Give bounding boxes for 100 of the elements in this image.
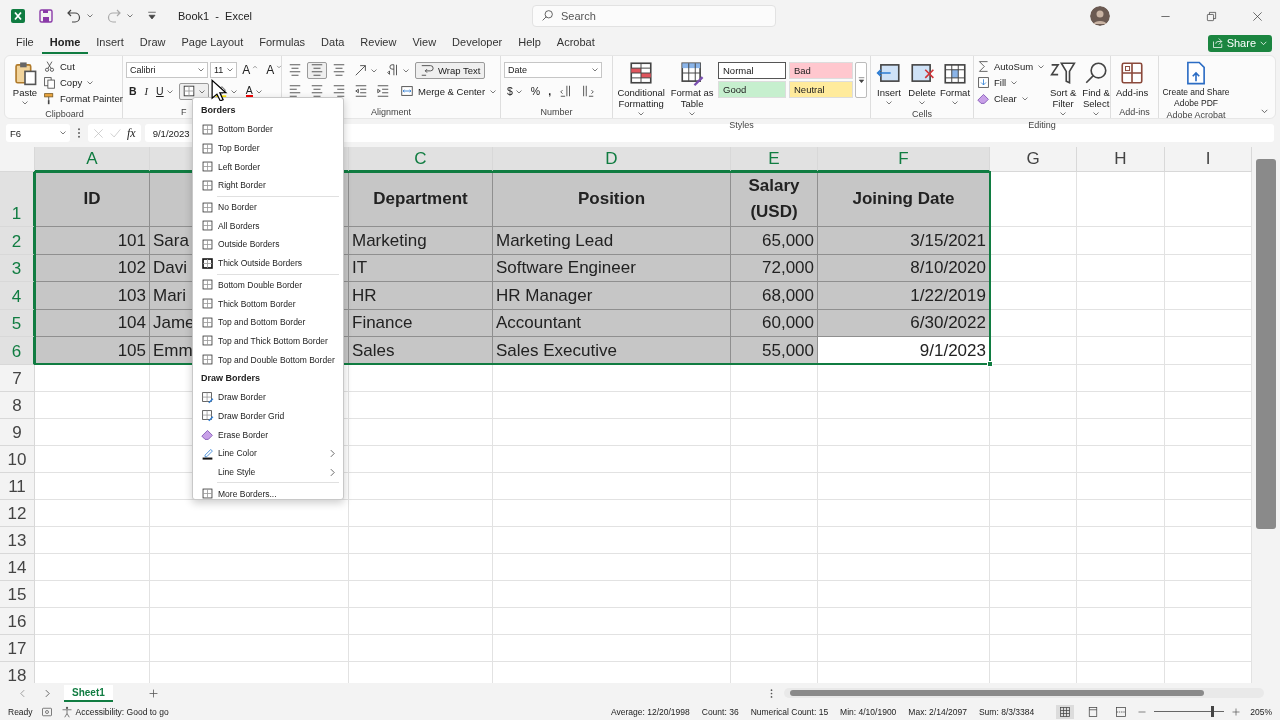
menu-item[interactable]: Line Color — [193, 444, 343, 463]
menu-item[interactable]: Top and Bottom Border — [193, 312, 343, 332]
row-header[interactable]: 11 — [0, 472, 35, 500]
sheet-tab[interactable]: Sheet1 — [64, 684, 113, 702]
toolbar-button[interactable]: , — [545, 82, 555, 100]
fill-handle[interactable] — [987, 361, 993, 367]
ribbon-button[interactable]: AutoSum — [977, 59, 1046, 74]
ribbon-button[interactable]: Cut — [43, 59, 123, 74]
dropdown-field[interactable]: 11 — [210, 62, 238, 78]
ribbon-button[interactable]: Format as Table — [669, 58, 715, 119]
ribbon-tab[interactable]: File — [8, 32, 42, 54]
ribbon-button[interactable]: Clear — [977, 91, 1046, 106]
column-header[interactable]: I — [1165, 147, 1252, 172]
accessibility-button[interactable]: Accessibility: Good to go — [60, 705, 169, 718]
ribbon-tab[interactable]: Data — [313, 32, 353, 54]
ribbon-tab[interactable]: Formulas — [251, 32, 314, 54]
view-button[interactable] — [1056, 704, 1075, 719]
avatar-icon[interactable] — [1090, 6, 1110, 26]
toolbar-button[interactable] — [307, 61, 327, 79]
insert-function-button[interactable]: fx — [127, 125, 136, 141]
row-header[interactable]: 1 — [0, 172, 35, 227]
menu-item[interactable]: Thick Outside Borders — [193, 253, 343, 273]
horizontal-scrollbar[interactable] — [784, 688, 1264, 698]
menu-item[interactable]: More Borders... — [193, 484, 343, 504]
name-box[interactable]: F6 — [6, 124, 70, 142]
toolbar-button[interactable] — [178, 82, 209, 100]
cell-style-button[interactable]: Normal — [718, 62, 786, 79]
ribbon-button[interactable]: Create and Share Adobe PDF — [1162, 58, 1230, 109]
toolbar-button[interactable]: Wrap Text — [415, 61, 486, 79]
row-header[interactable]: 9 — [0, 418, 35, 446]
menu-item[interactable]: Outside Borders — [193, 235, 343, 254]
menu-item[interactable]: Line Style — [193, 462, 343, 482]
row-header[interactable]: 6 — [0, 337, 35, 365]
dropdown-field[interactable]: Calibri — [126, 62, 208, 78]
collapse-ribbon-button[interactable] — [1260, 107, 1269, 116]
ribbon-button[interactable]: Format — [940, 58, 970, 108]
menu-item[interactable]: Draw Border Grid — [193, 406, 343, 426]
share-button[interactable]: Share — [1207, 34, 1272, 52]
row-header[interactable]: 17 — [0, 634, 35, 662]
ribbon-tab[interactable]: Insert — [88, 32, 132, 54]
menu-item[interactable]: No Border — [193, 197, 343, 217]
ribbon-tab[interactable]: View — [404, 32, 445, 54]
column-header[interactable]: H — [1077, 147, 1165, 172]
ribbon-tab[interactable]: Page Layout — [173, 32, 252, 54]
column-header[interactable]: C — [349, 147, 493, 172]
row-header[interactable]: 13 — [0, 526, 35, 554]
menu-item[interactable]: Erase Border — [193, 425, 343, 444]
ribbon-button[interactable]: Copy — [43, 75, 123, 90]
status-text: Ready — [8, 706, 33, 717]
toolbar-button[interactable]: A — [239, 61, 262, 79]
ribbon-button[interactable]: Insert — [874, 58, 904, 108]
gallery-more-button[interactable] — [855, 62, 867, 98]
cell-style-button[interactable]: Bad — [789, 62, 853, 79]
ribbon-button[interactable]: Find & Select — [1081, 58, 1112, 119]
slider-thumb[interactable] — [1210, 706, 1214, 717]
ribbon-button[interactable]: Delete — [907, 58, 937, 108]
toolbar-button[interactable]: $ — [504, 82, 526, 100]
ribbon-button[interactable]: Paste — [10, 58, 40, 108]
column-header[interactable]: E — [731, 147, 818, 172]
column-header[interactable]: D — [493, 147, 731, 172]
toolbar-button[interactable]: % — [527, 82, 544, 100]
row-header[interactable]: 15 — [0, 580, 35, 608]
toolbar-button[interactable]: I — [141, 82, 152, 100]
row-header[interactable]: 2 — [0, 227, 35, 255]
ribbon-button[interactable]: Add-ins — [1114, 58, 1151, 98]
toolbar-button[interactable]: B — [126, 82, 140, 100]
row-header[interactable]: 18 — [0, 661, 35, 683]
menu-item[interactable]: Right Border — [193, 176, 343, 195]
ribbon-tab[interactable]: Home — [41, 32, 89, 54]
border-grid-icon — [201, 334, 214, 348]
column-header[interactable]: A — [35, 147, 150, 172]
row-header[interactable]: 14 — [0, 553, 35, 581]
row-header[interactable]: 16 — [0, 607, 35, 635]
border-grid-icon — [201, 256, 214, 270]
toolbar-button[interactable]: Merge & Center — [395, 82, 503, 100]
cell-style-button[interactable]: Neutral — [789, 81, 853, 98]
cell-style-button[interactable]: Good — [718, 81, 786, 98]
add-sheet-button[interactable] — [148, 688, 158, 698]
ribbon-button[interactable]: Fill — [977, 75, 1046, 90]
row-header[interactable]: 7 — [0, 364, 35, 392]
search-field[interactable]: Search — [532, 5, 776, 27]
ribbon-tab[interactable]: Draw — [131, 32, 174, 54]
ribbon-tab[interactable]: Review — [352, 32, 405, 54]
dropdown-field[interactable]: Date — [504, 62, 602, 78]
column-header[interactable]: G — [990, 147, 1077, 172]
row-header[interactable]: 12 — [0, 499, 35, 527]
toolbar-button[interactable]: U — [153, 82, 177, 100]
ribbon-button[interactable]: Format Painter — [43, 91, 123, 106]
ribbon-tab[interactable]: Developer — [444, 32, 511, 54]
ribbon-button[interactable]: Sort & Filter — [1048, 58, 1079, 119]
column-header[interactable]: F — [818, 147, 990, 172]
toolbar-button[interactable]: A — [263, 61, 286, 79]
menu-item[interactable]: Draw Border — [193, 387, 343, 407]
ribbon-tab[interactable]: Acrobat — [548, 32, 603, 54]
ribbon-button[interactable]: Conditional Formatting — [616, 58, 667, 119]
row-header[interactable]: 10 — [0, 445, 35, 473]
row-header[interactable]: 8 — [0, 391, 35, 419]
row-header[interactable]: 4 — [0, 282, 35, 310]
menu-item[interactable]: Left Border — [193, 157, 343, 177]
ribbon-tab[interactable]: Help — [510, 32, 549, 54]
